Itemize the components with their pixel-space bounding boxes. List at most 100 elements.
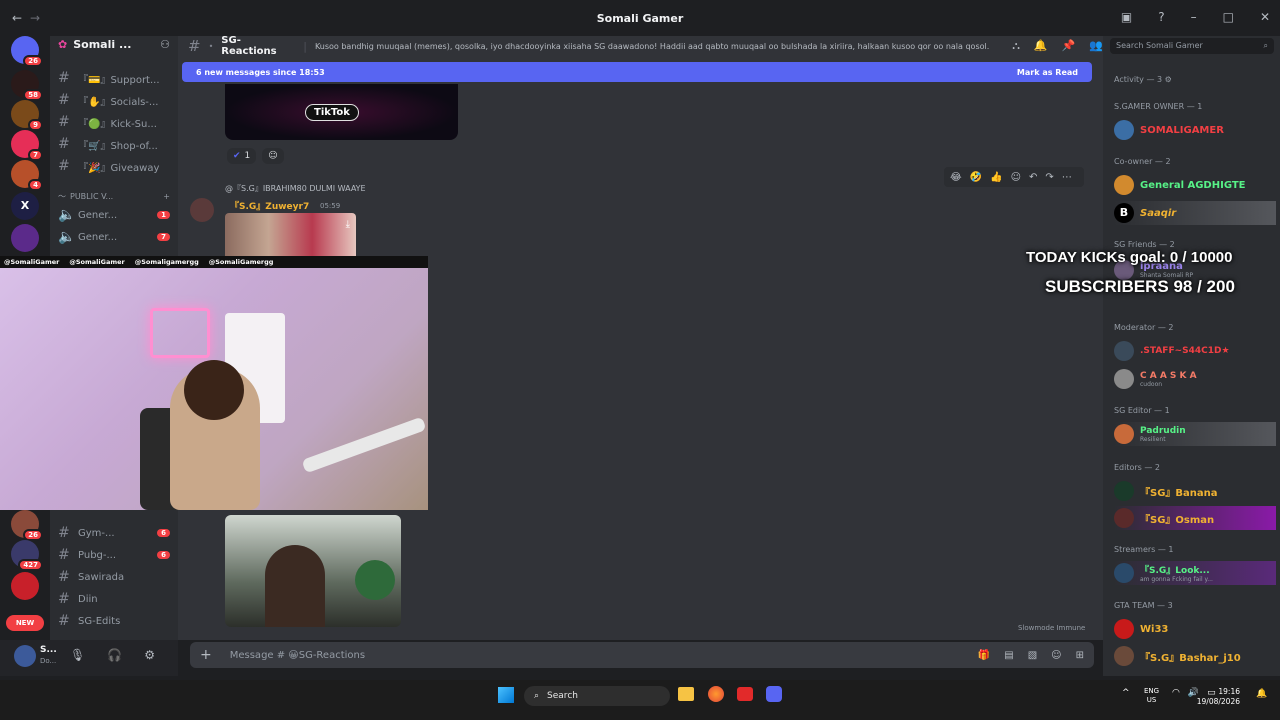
member-item[interactable]: SOMALIGAMER [1114, 118, 1276, 142]
speaker-icon: 🔈 [58, 229, 76, 245]
activity-header[interactable]: Activity — 3 ⚙ [1114, 75, 1172, 84]
member-item[interactable]: 『SG』Osman [1114, 506, 1276, 530]
mark-as-read-button[interactable]: Mark as Read [1017, 68, 1078, 77]
close-icon[interactable]: ✕ [1260, 10, 1270, 24]
windows-start-icon[interactable] [498, 687, 514, 703]
help-icon[interactable]: ? [1158, 10, 1164, 24]
pin-icon[interactable]: 📌 [1062, 39, 1076, 53]
reaction-button[interactable]: ✔ 1 [227, 148, 257, 164]
tiktok-label: TikTok [305, 104, 359, 121]
maximize-icon[interactable]: □ [1223, 10, 1234, 24]
sticker-icon[interactable]: ▧ [1028, 650, 1037, 661]
channel-item[interactable]: # Sawirada [58, 567, 170, 587]
voice-category[interactable]: 〜 PUBLIC V... + [58, 186, 170, 206]
minimize-icon[interactable]: – [1191, 10, 1197, 24]
slowmode-indicator: Slowmode Immune [1018, 624, 1086, 632]
mic-arm [301, 416, 427, 474]
firefox-icon[interactable] [708, 686, 724, 702]
member-item[interactable]: Wi33 [1114, 617, 1276, 641]
emoji-icon[interactable]: 😂 [950, 172, 962, 183]
add-member-icon[interactable]: ⚇ [160, 38, 170, 51]
headphones-icon[interactable]: 🎧 [107, 648, 122, 662]
apps-icon[interactable]: ⊞ [1076, 650, 1084, 661]
channel-item[interactable]: # 『💳』Support... [58, 68, 170, 88]
wifi-icon[interactable]: ◠ [1172, 688, 1180, 698]
channel-item[interactable]: # Gym-... 6 [58, 523, 170, 543]
add-channel-icon[interactable]: + [163, 192, 170, 201]
channel-item[interactable]: # Pubg-... 6 [58, 545, 170, 565]
taskbar-search[interactable]: ⌕ Search [524, 686, 670, 706]
download-icon[interactable]: ⤓ [346, 219, 350, 230]
search-input[interactable]: Search Somali Gamer ⌕ [1110, 38, 1274, 54]
clock[interactable]: 19:16 19/08/2026 [1197, 687, 1240, 707]
language-indicator[interactable]: ENG US [1144, 687, 1159, 705]
server-icon[interactable] [11, 224, 39, 252]
message-input[interactable]: Message # 😀SG-Reactions [230, 650, 365, 661]
member-item[interactable]: 『S.G』Bashar_j10 [1114, 644, 1276, 668]
server-icon[interactable]: 26 [11, 510, 43, 541]
add-reaction-icon[interactable]: ☺ [1011, 172, 1021, 183]
discord-icon[interactable] [766, 686, 782, 702]
member-item[interactable]: General AGDHIGTE [1114, 173, 1276, 197]
x-server-icon[interactable]: X [11, 192, 39, 220]
emoji-icon[interactable]: 🤣 [970, 172, 982, 183]
channel-item[interactable]: # SG-Edits [58, 611, 170, 631]
window-controls: ▣ ? – □ ✕ [1121, 10, 1270, 24]
reply-icon[interactable]: ↶ [1029, 172, 1037, 183]
message-timestamp: 05:59 [320, 202, 341, 210]
emoji-icon[interactable]: ☺ [1051, 650, 1061, 661]
bell-icon[interactable]: 🔔 [1034, 39, 1048, 53]
more-icon[interactable]: ⋯ [1062, 172, 1072, 183]
video-attachment[interactable] [225, 515, 401, 627]
threads-icon[interactable]: ⛬ [1012, 39, 1020, 53]
server-icon[interactable]: 7 [11, 130, 43, 161]
channel-item[interactable]: # 『✋』Socials-... [58, 90, 170, 110]
channel-item[interactable]: # 『🟢』Kick-Su... [58, 112, 170, 132]
notification-icon[interactable]: 🔔 [1256, 689, 1267, 699]
app-icon[interactable] [737, 687, 753, 701]
member-item[interactable]: C A A S K Acudoon [1114, 367, 1276, 391]
member-item[interactable]: 『S.G』Look... am gonna Fcking fail y... [1114, 561, 1276, 585]
inbox-icon[interactable]: ▣ [1121, 10, 1132, 24]
channel-item[interactable]: # 『🛒』Shop-of... [58, 134, 170, 154]
member-item[interactable]: Padrudin Resilient [1114, 422, 1276, 446]
header-actions: ⛬ 🔔 📌 👥 [1012, 39, 1103, 53]
gif-icon[interactable]: ▤ [1004, 650, 1013, 661]
emoji-icon[interactable]: 👍 [990, 172, 1002, 183]
channel-item[interactable]: # Diin [58, 589, 170, 609]
server-header[interactable]: ✿ Somali ... ⚇ [58, 38, 170, 51]
avatar[interactable] [14, 645, 36, 667]
emblem-logo [355, 560, 395, 600]
chevron-up-icon[interactable]: ^ [1122, 688, 1130, 698]
message-composer[interactable]: + Message # 😀SG-Reactions 🎁 ▤ ▧ ☺ ⊞ [190, 642, 1094, 668]
channel-topic[interactable]: Kusoo bandhig muuqaal (memes), qosolka, … [315, 42, 996, 51]
server-icon[interactable]: 9 [11, 100, 43, 131]
voice-channel-item[interactable]: 🔈 Gener... 7 [58, 227, 170, 247]
avatar [1114, 120, 1134, 140]
member-item[interactable]: .STAFF~S44C1D★ [1114, 339, 1276, 363]
channel-item[interactable]: # 『🎉』Giveaway [58, 156, 170, 176]
server-icon[interactable] [11, 572, 39, 600]
add-reaction-button[interactable]: ☺ [262, 148, 284, 164]
forward-icon[interactable]: ↷ [1045, 172, 1053, 183]
server-icon[interactable]: 58 [11, 70, 43, 101]
member-list-icon[interactable]: 👥 [1089, 39, 1103, 53]
microphone-icon[interactable]: 🎙 [70, 648, 85, 662]
avatar [1114, 481, 1134, 501]
tiktok-image[interactable]: TikTok [225, 84, 458, 140]
file-explorer-icon[interactable] [678, 687, 694, 701]
server-icon[interactable]: 4 [11, 160, 43, 191]
gift-icon[interactable]: 🎁 [978, 650, 990, 661]
avatar[interactable] [190, 198, 214, 222]
member-item[interactable]: 『SG』Banana [1114, 479, 1276, 503]
voice-channel-item[interactable]: 🔈 Gener... 1 [58, 205, 170, 225]
message-author[interactable]: 『S.G』Zuweyr7 [230, 199, 309, 212]
new-servers-badge[interactable]: NEW [6, 615, 44, 631]
member-item[interactable]: B Saaqir [1114, 201, 1276, 225]
new-messages-bar[interactable]: 6 new messages since 18:53 Mark as Read [182, 62, 1092, 82]
add-attachment-icon[interactable]: + [200, 647, 212, 663]
gear-icon[interactable]: ⚙ [144, 648, 155, 662]
server-icon[interactable]: 427 [11, 540, 43, 571]
home-server-icon[interactable]: 26 [11, 36, 43, 67]
reply-reference[interactable]: @『S.G』IBRAHIM80 DULMI WAAYE [225, 183, 366, 194]
